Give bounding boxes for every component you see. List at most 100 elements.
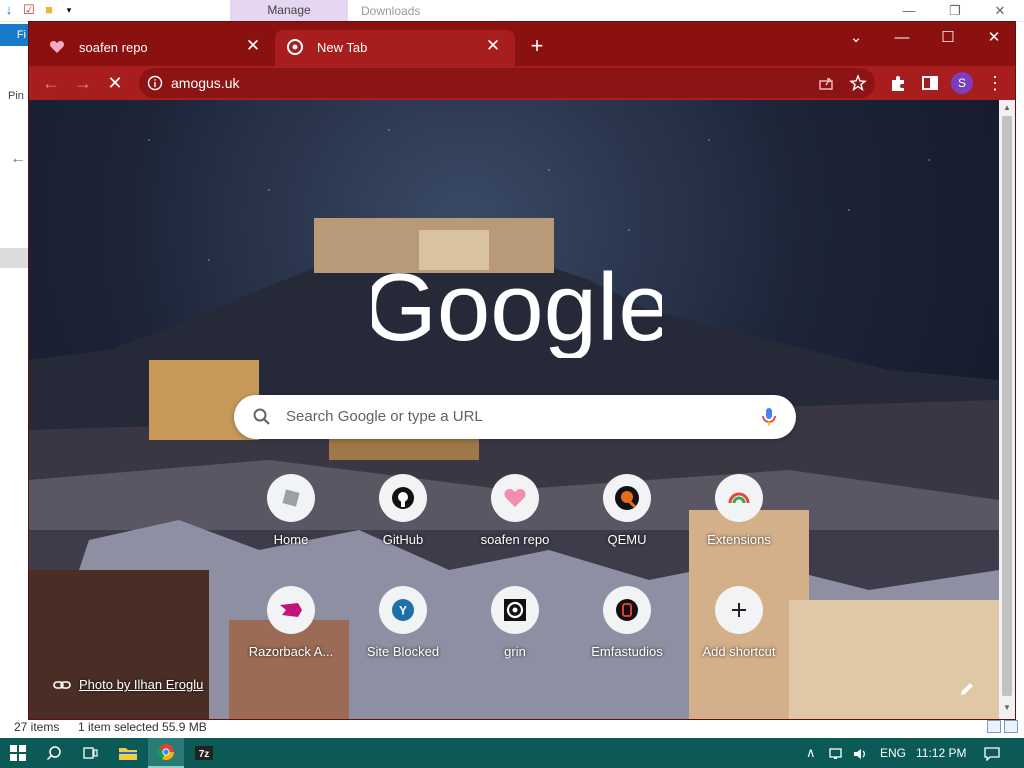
action-center-icon[interactable] (984, 738, 1000, 768)
shortcut-soafen-repo[interactable]: soafen repo (459, 474, 571, 578)
large-icons-view-icon[interactable] (1004, 720, 1018, 733)
view-buttons (987, 720, 1018, 733)
page-scrollbar[interactable]: ▲ ▼ (999, 100, 1015, 719)
roblox-icon (267, 474, 315, 522)
pencil-icon[interactable] (957, 679, 977, 699)
tab-close-button[interactable]: ✕ (483, 36, 503, 56)
shortcut-label: Site Blocked (366, 644, 440, 659)
url-text[interactable]: amogus.uk (171, 75, 239, 91)
7zip-taskbar-button[interactable]: 7z (186, 738, 222, 768)
ribbon-manage-tab[interactable]: Manage (230, 0, 348, 22)
chrome-window: soafen repo ✕ New Tab ✕ + ⌄ — ☐ ✕ ← → ✕ … (28, 21, 1016, 720)
extensions-puzzle-icon[interactable] (887, 72, 909, 94)
shortcut-grin[interactable]: grin (459, 586, 571, 690)
scroll-down-arrow-icon[interactable]: ▼ (1002, 703, 1012, 713)
file-explorer-taskbar-button[interactable] (110, 738, 146, 768)
search-icon (253, 408, 270, 425)
tab-title: New Tab (317, 40, 368, 55)
chrome-taskbar-button[interactable] (148, 738, 184, 768)
svg-text:7z: 7z (199, 749, 210, 760)
download-arrow-icon[interactable]: ↓ (2, 3, 16, 17)
show-hidden-icons-button[interactable]: ∧ (806, 738, 816, 768)
properties-check-icon[interactable]: ☑ (22, 3, 36, 17)
windows-taskbar: 7z ∧ ENG 11:12 PM (0, 738, 1024, 768)
shortcut-emfastudios[interactable]: Emfastudios (571, 586, 683, 690)
shortcut-label: grin (504, 644, 526, 659)
shortcut-razorback[interactable]: Razorback A... (235, 586, 347, 690)
tab-new-tab[interactable]: New Tab ✕ (275, 30, 515, 66)
task-view-button[interactable] (72, 738, 108, 768)
info-icon[interactable] (147, 75, 163, 91)
bookmark-star-icon[interactable] (847, 72, 869, 94)
windows-logo-icon (10, 745, 26, 761)
tab-strip: soafen repo ✕ New Tab ✕ + ⌄ — ☐ ✕ (29, 22, 1015, 66)
profile-avatar[interactable]: S (951, 72, 973, 94)
scroll-thumb[interactable] (1002, 116, 1012, 696)
qemu-icon (603, 474, 651, 522)
ribbon-file-tab[interactable]: Fi (0, 24, 28, 46)
tab-title: soafen repo (79, 40, 148, 55)
search-taskbar-button[interactable] (36, 738, 72, 768)
shortcut-label: GitHub (382, 532, 424, 547)
minimize-button[interactable]: — (879, 24, 925, 52)
ribbon-pin-label[interactable]: Pin (8, 90, 24, 102)
clock[interactable]: 11:12 PM (916, 738, 966, 768)
microphone-icon[interactable] (760, 406, 778, 428)
search-placeholder[interactable]: Search Google or type a URL (286, 408, 483, 425)
explorer-minimize-button[interactable]: — (886, 0, 932, 22)
volume-icon[interactable] (853, 738, 869, 768)
back-button[interactable]: ← (37, 69, 65, 97)
back-arrow-icon[interactable]: ← (10, 150, 26, 168)
shortcut-label: soafen repo (480, 532, 550, 547)
tab-close-button[interactable]: ✕ (243, 36, 263, 56)
shortcut-site-blocked[interactable]: Y Site Blocked (347, 586, 459, 690)
search-box[interactable]: Search Google or type a URL (234, 395, 796, 439)
forward-button[interactable]: → (69, 69, 97, 97)
emfastudios-icon (603, 586, 651, 634)
network-icon[interactable] (829, 738, 845, 768)
chrome-menu-button[interactable]: ⋮ (981, 69, 1009, 97)
new-tab-button[interactable]: + (525, 34, 549, 58)
github-icon (379, 474, 427, 522)
shortcut-add[interactable]: Add shortcut (683, 586, 795, 690)
link-icon (53, 680, 71, 689)
maximize-button[interactable]: ☐ (925, 24, 971, 52)
close-window-button[interactable]: ✕ (971, 24, 1017, 52)
side-panel-icon[interactable] (919, 72, 941, 94)
shortcut-home[interactable]: Home (235, 474, 347, 578)
language-indicator[interactable]: ENG (880, 738, 906, 768)
shortcut-extensions[interactable]: Extensions (683, 474, 795, 578)
explorer-close-button[interactable]: ✕ (977, 0, 1023, 22)
shortcut-label: QEMU (607, 532, 647, 547)
photo-credit-text[interactable]: Photo by Ilhan Eroglu (79, 677, 203, 692)
task-view-icon (83, 747, 98, 759)
address-bar[interactable]: amogus.uk (139, 68, 875, 98)
status-item-count: 27 items (14, 720, 60, 734)
folder-icon[interactable]: ■ (42, 3, 56, 17)
scroll-up-arrow-icon[interactable]: ▲ (1002, 103, 1012, 113)
shortcut-label: Extensions (707, 532, 771, 547)
chrome-logo-icon (157, 744, 175, 761)
folder-icon (119, 748, 137, 760)
shortcut-label: Home (273, 532, 309, 547)
tab-search-button[interactable]: ⌄ (833, 24, 879, 52)
explorer-titlebar: ↓ ☑ ■ ▾ Manage Downloads — ❐ ✕ (0, 0, 1024, 22)
chrome-rainbow-icon (715, 474, 763, 522)
tab-soafen-repo[interactable]: soafen repo ✕ (37, 30, 275, 66)
y-icon: Y (379, 586, 427, 634)
start-button[interactable] (0, 738, 36, 768)
photo-credit-link[interactable]: Photo by Ilhan Eroglu (53, 677, 203, 692)
selected-row-highlight (0, 248, 28, 268)
shortcut-label: Add shortcut (702, 644, 776, 659)
explorer-maximize-button[interactable]: ❐ (932, 0, 978, 22)
grin-icon (491, 586, 539, 634)
status-selection: 1 item selected 55.9 MB (78, 720, 207, 734)
qat-dropdown-icon[interactable]: ▾ (62, 3, 76, 17)
share-icon[interactable] (815, 72, 837, 94)
details-view-icon[interactable] (987, 720, 1001, 733)
shortcut-qemu[interactable]: QEMU (571, 474, 683, 578)
stop-loading-button[interactable]: ✕ (101, 69, 129, 97)
heart-icon (491, 474, 539, 522)
new-tab-page: Google Search Google or type a URL Home (29, 100, 999, 719)
shortcut-github[interactable]: GitHub (347, 474, 459, 578)
